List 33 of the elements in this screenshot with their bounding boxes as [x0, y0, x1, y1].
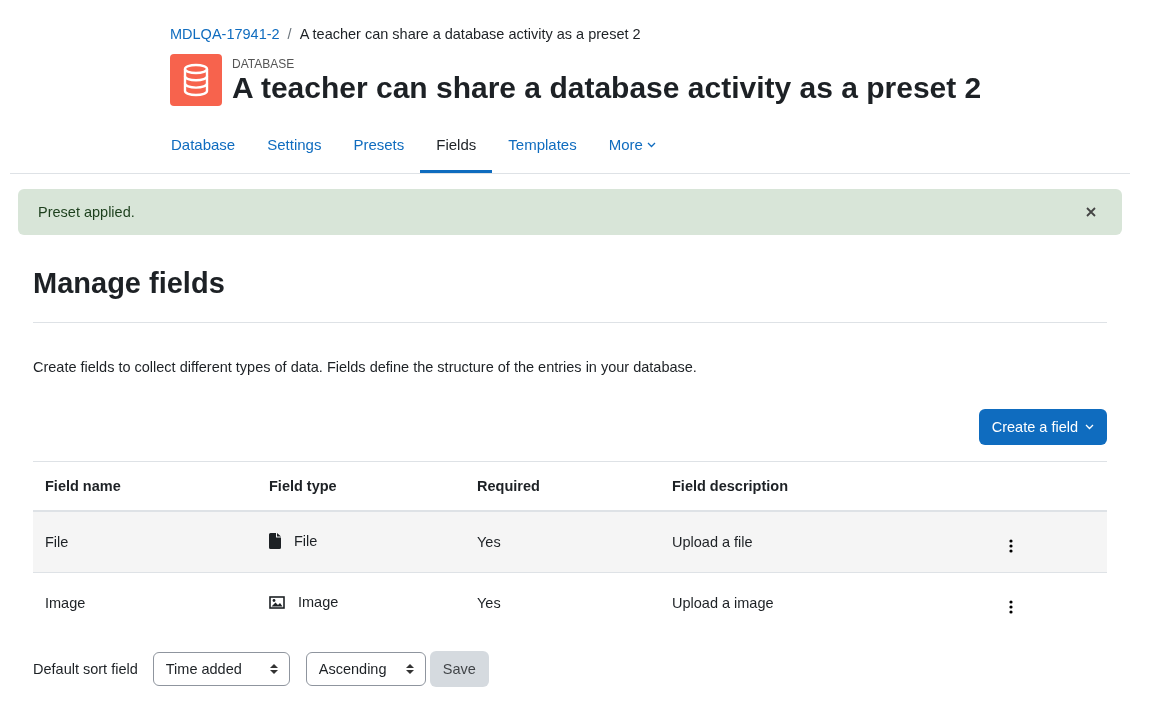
- table-cell: Yes: [465, 511, 660, 573]
- breadcrumb-link[interactable]: MDLQA-17941-2: [170, 26, 280, 42]
- page-title: A teacher can share a database activity as a preset 2: [232, 70, 982, 104]
- activity-type-label: DATABASE: [232, 56, 296, 71]
- nav-tab[interactable]: Database: [170, 122, 252, 173]
- table-cell: Image: [298, 594, 339, 611]
- breadcrumb-separator: /: [287, 26, 292, 42]
- nav-tab[interactable]: More: [592, 122, 672, 173]
- table-cell: File: [294, 532, 318, 549]
- sort-arrows-icon: [405, 663, 414, 675]
- caret-icon: [1085, 424, 1094, 430]
- table-cell: Image: [33, 572, 257, 633]
- close-icon[interactable]: [1086, 207, 1096, 217]
- nav-tab[interactable]: Settings: [251, 122, 338, 173]
- intro-text: Create fields to collect different types of data. Fields define the structure of the entries in your database.: [33, 359, 698, 375]
- breadcrumb-current: A teacher can share a database activity as a preset 2: [299, 26, 641, 42]
- sort-arrows-icon: [269, 663, 278, 675]
- database-icon: [170, 54, 222, 106]
- table-cell: Yes: [465, 572, 660, 633]
- sort-field-select[interactable]: Time added: [152, 652, 290, 686]
- nav-tab[interactable]: Templates: [492, 122, 593, 173]
- section-heading: Manage fields: [33, 267, 1107, 323]
- create-field-button[interactable]: Create a field: [978, 409, 1107, 445]
- sort-order-select[interactable]: Ascending: [305, 652, 426, 686]
- sort-label: Default sort field: [33, 661, 138, 677]
- nav-tab[interactable]: Presets: [337, 122, 421, 173]
- table-cell: File: [33, 511, 257, 573]
- table-cell: Upload a file: [660, 511, 993, 573]
- image-icon: [269, 595, 285, 609]
- nav-tab[interactable]: Fields: [420, 122, 493, 173]
- file-icon: [269, 532, 281, 549]
- alert-message: Preset applied.: [38, 204, 135, 220]
- table-cell: Upload a image: [660, 572, 993, 633]
